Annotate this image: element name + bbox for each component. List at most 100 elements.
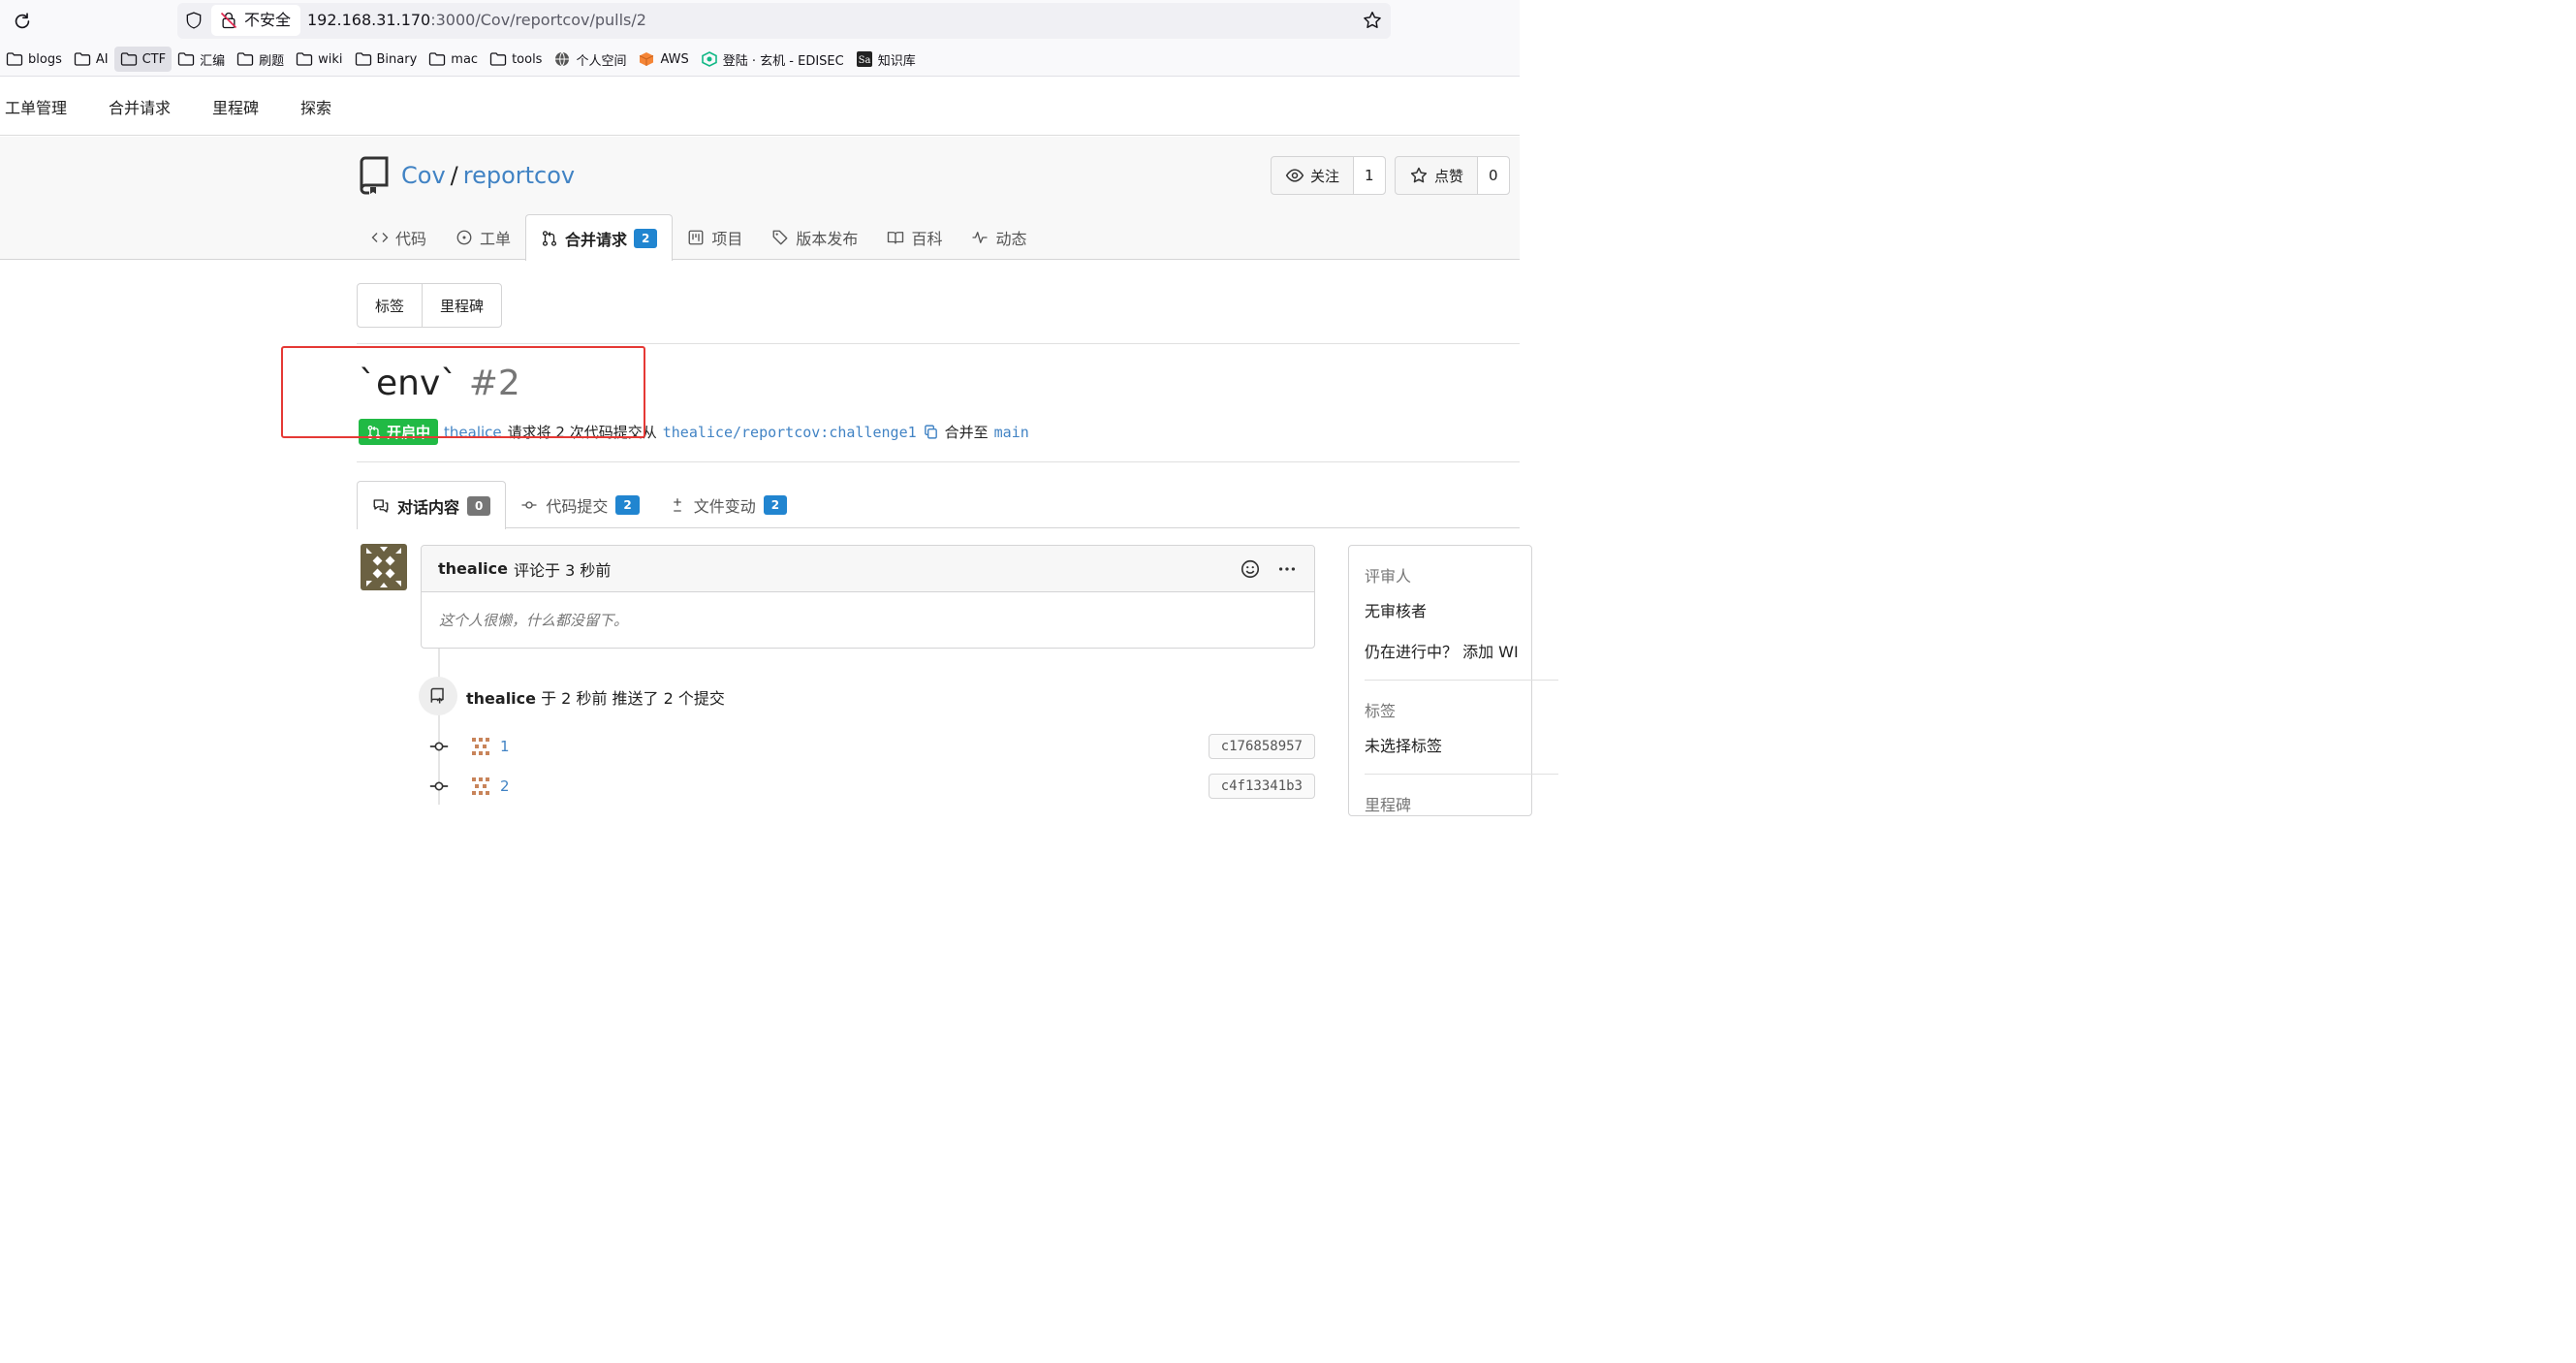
milestone-heading[interactable]: 里程碑 — [1365, 792, 1516, 815]
bookmark-item[interactable]: 登陆 · 玄机 - EDISEC — [695, 47, 850, 72]
tab-label: 对话内容 — [397, 497, 460, 517]
divider — [357, 461, 1520, 462]
nav-milestones[interactable]: 里程碑 — [212, 95, 259, 118]
bookmark-label: mac — [451, 51, 479, 67]
site-nav: 工单管理 合并请求 里程碑 探索 — [0, 78, 1520, 136]
commit-icon — [429, 742, 449, 751]
tab-conversation[interactable]: 对话内容 0 — [357, 481, 507, 529]
pulse-icon — [972, 231, 988, 243]
labels-button[interactable]: 标签 — [358, 284, 424, 327]
comment-author[interactable]: thealice — [438, 559, 508, 578]
bookmark-label: wiki — [318, 51, 343, 67]
commit-sha-button[interactable]: c4f13341b3 — [1208, 774, 1315, 799]
nav-pulls[interactable]: 合并请求 — [109, 95, 171, 118]
tab-files[interactable]: 文件变动 2 — [654, 481, 801, 528]
issue-icon — [456, 230, 472, 244]
bookmark-label: CTF — [141, 51, 167, 67]
bookmark-label: 登陆 · 玄机 - EDISEC — [722, 53, 844, 69]
tab-commits[interactable]: 代码提交 2 — [506, 481, 653, 528]
pulls-count-badge: 2 — [634, 228, 658, 248]
bookmark-label: tools — [512, 51, 543, 67]
comment-body: 这个人很懒，什么都没留下。 — [439, 612, 629, 629]
labels-heading[interactable]: 标签 — [1365, 698, 1516, 721]
wip-prompt[interactable]: 仍在进行中？ 添加 WI — [1365, 639, 1519, 662]
aws-icon — [638, 51, 655, 67]
tab-label: 代码提交 — [546, 496, 609, 516]
bookmark-item[interactable]: Binary — [349, 47, 424, 72]
repo-separator: / — [450, 162, 458, 189]
avatar[interactable] — [361, 544, 407, 590]
star-count[interactable]: 0 — [1478, 157, 1509, 194]
committer-avatar[interactable] — [470, 776, 491, 797]
bookmark-item[interactable]: 刷题 — [231, 47, 290, 72]
tab-wiki[interactable]: 百科 — [872, 214, 957, 260]
commit-icon — [521, 500, 537, 509]
tab-pulls[interactable]: 合并请求 2 — [525, 214, 674, 261]
committer-avatar[interactable] — [470, 736, 491, 757]
push-author[interactable]: thealice — [466, 689, 536, 708]
sa-icon: Sa — [856, 51, 873, 67]
tab-activity[interactable]: 动态 — [957, 214, 1041, 260]
tab-label: 文件变动 — [693, 496, 756, 516]
repo-name-link[interactable]: reportcov — [463, 162, 575, 189]
milestones-button[interactable]: 里程碑 — [423, 284, 501, 327]
tab-label: 动态 — [995, 229, 1027, 248]
emoji-icon[interactable] — [1240, 558, 1261, 580]
more-options-icon[interactable] — [1276, 558, 1298, 580]
bookmark-item[interactable]: AWS — [632, 47, 694, 72]
bookmark-item[interactable]: wiki — [290, 47, 348, 72]
nav-explore[interactable]: 探索 — [300, 95, 331, 118]
browser-chrome: 不安全 192.168.31.170:3000/Cov/reportcov/pu… — [0, 0, 1520, 77]
star-icon — [1410, 167, 1428, 183]
commit-message-link[interactable]: 2 — [500, 777, 510, 795]
folder-icon — [120, 51, 138, 67]
commit-message-link[interactable]: 1 — [500, 738, 510, 755]
bookmark-item[interactable]: blogs — [0, 47, 68, 72]
security-indicator[interactable]: 不安全 — [211, 5, 301, 36]
tab-code[interactable]: 代码 — [357, 214, 441, 260]
svg-text:Sa: Sa — [858, 55, 870, 66]
bookmark-item[interactable]: tools — [484, 47, 548, 72]
divider — [1365, 680, 1558, 681]
tab-label: 代码 — [395, 229, 427, 248]
reload-icon[interactable] — [12, 11, 33, 32]
insecure-lock-icon — [220, 12, 237, 29]
commit-sha-button[interactable]: c176858957 — [1208, 734, 1315, 759]
watch-count[interactable]: 1 — [1354, 157, 1385, 194]
bookmark-label: 汇编 — [200, 53, 226, 69]
merge-into-text: 合并至 — [944, 424, 989, 441]
tab-issues[interactable]: 工单 — [441, 214, 525, 260]
book-icon — [888, 231, 904, 244]
star-label: 点赞 — [1434, 167, 1464, 185]
bookmark-star-icon[interactable] — [1362, 10, 1383, 31]
repo-owner-link[interactable]: Cov — [401, 162, 446, 189]
bookmark-item[interactable]: 个人空间 — [548, 47, 632, 72]
tab-label: 项目 — [711, 229, 743, 248]
bookmark-item[interactable]: mac — [423, 47, 484, 72]
copy-icon[interactable] — [923, 424, 939, 440]
bookmark-item[interactable]: Sa 知识库 — [850, 47, 922, 72]
folder-icon — [177, 51, 195, 67]
repo-header: Cov / reportcov 关注 1 点赞 0 代码 工单 合并请求 2 项目 版… — [0, 137, 1520, 261]
bookmark-item[interactable]: 汇编 — [172, 47, 231, 72]
bookmark-item[interactable]: CTF — [113, 47, 173, 72]
base-branch-link[interactable]: main — [994, 424, 1029, 441]
highlight-box — [281, 346, 645, 438]
nav-issues[interactable]: 工单管理 — [5, 95, 67, 118]
edisec-icon — [701, 51, 718, 67]
watch-button[interactable]: 关注 1 — [1271, 156, 1386, 195]
bookmark-label: 刷题 — [259, 53, 285, 69]
folder-icon — [6, 51, 23, 67]
star-button[interactable]: 点赞 0 — [1395, 156, 1510, 195]
url-text[interactable]: 192.168.31.170:3000/Cov/reportcov/pulls/… — [307, 10, 646, 31]
bookmark-item[interactable]: AI — [68, 47, 114, 72]
shield-icon[interactable] — [184, 11, 204, 30]
eye-icon — [1285, 169, 1304, 182]
tab-releases[interactable]: 版本发布 — [757, 214, 872, 260]
folder-icon — [74, 51, 91, 67]
reviewers-heading[interactable]: 评审人 — [1365, 563, 1516, 586]
tab-projects[interactable]: 项目 — [673, 214, 757, 260]
diff-icon — [674, 497, 681, 512]
bookmark-label: 知识库 — [877, 53, 916, 69]
head-branch-link[interactable]: thealice/reportcov:challenge1 — [663, 424, 917, 441]
